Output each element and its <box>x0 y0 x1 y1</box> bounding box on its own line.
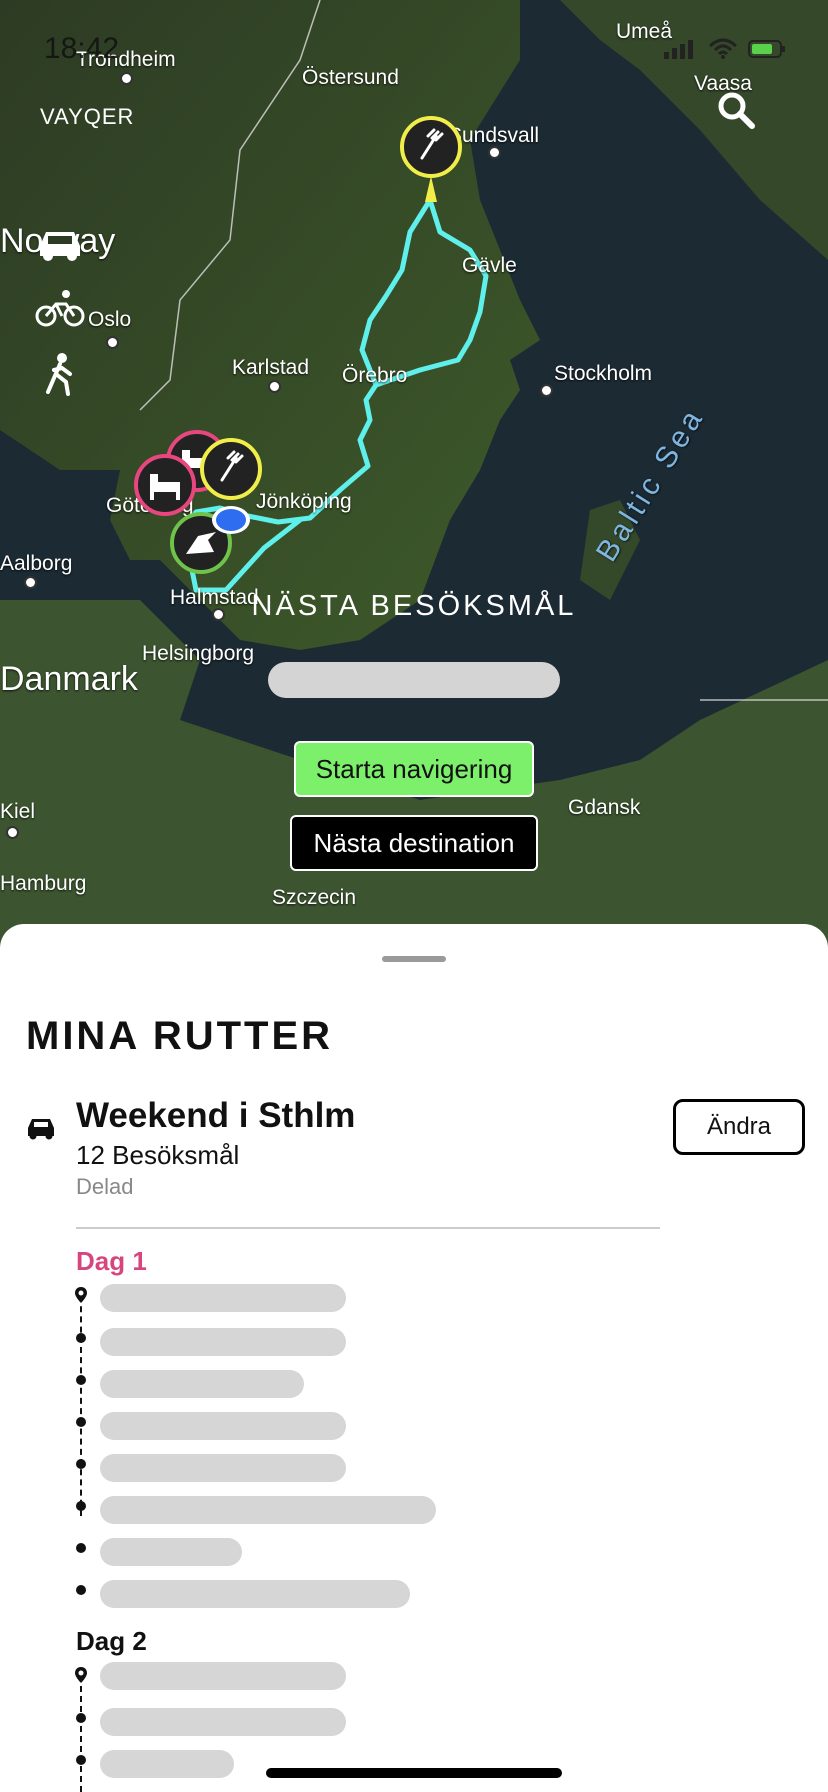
hotel-pin-icon[interactable] <box>132 452 198 518</box>
stop-dot <box>76 1459 86 1469</box>
edit-route-button[interactable]: Ändra <box>673 1099 805 1155</box>
city-label: Gdansk <box>568 796 641 819</box>
search-icon[interactable] <box>716 90 756 130</box>
stop-dot <box>76 1543 86 1553</box>
stop-placeholder[interactable] <box>100 1496 436 1524</box>
stop-placeholder[interactable] <box>100 1708 346 1736</box>
home-indicator[interactable] <box>266 1768 562 1778</box>
stop-placeholder[interactable] <box>100 1750 234 1778</box>
stop-dot <box>76 1333 86 1343</box>
city-label: Jönköping <box>256 490 352 513</box>
map-view[interactable]: Trondheim Östersund Umeå Vaasa Sundsvall… <box>0 0 828 960</box>
city-label: Gävle <box>462 254 517 277</box>
app-logo: VAYQER <box>40 104 135 129</box>
sheet-drag-handle[interactable] <box>382 956 446 962</box>
timeline-line <box>80 1676 84 1792</box>
route-name[interactable]: Weekend i Sthlm <box>76 1096 355 1136</box>
stop-placeholder[interactable] <box>100 1454 346 1482</box>
stop-placeholder[interactable] <box>100 1328 346 1356</box>
city-dot <box>268 380 281 393</box>
city-label: Szczecin <box>272 886 357 909</box>
location-pin-icon <box>75 1667 87 1683</box>
city-label: Kiel <box>0 800 36 823</box>
walk-mode-icon[interactable] <box>32 352 88 396</box>
wifi-icon <box>708 38 738 59</box>
route-stop-count: 12 Besöksmål <box>76 1140 240 1170</box>
restaurant-pin-icon[interactable] <box>398 114 464 206</box>
location-pin-icon <box>75 1287 87 1303</box>
stop-placeholder[interactable] <box>100 1370 304 1398</box>
city-label: Örebro <box>342 364 408 387</box>
start-navigation-button[interactable]: Starta navigering <box>294 741 534 797</box>
car-icon <box>28 1119 54 1140</box>
battery-icon <box>748 40 785 58</box>
stop-placeholder[interactable] <box>100 1662 346 1690</box>
signal-icon <box>664 40 693 59</box>
stop-dot <box>76 1585 86 1595</box>
stop-dot <box>76 1375 86 1385</box>
car-mode-icon[interactable] <box>32 220 88 264</box>
city-label: Hamburg <box>0 872 87 895</box>
stop-placeholder[interactable] <box>100 1284 346 1312</box>
city-label: Helsingborg <box>142 642 255 665</box>
city-label: Karlstad <box>232 356 310 379</box>
stop-dot <box>76 1501 86 1511</box>
sheet-title: MINA RUTTER <box>26 1014 334 1058</box>
stop-placeholder[interactable] <box>100 1580 410 1608</box>
city-dot <box>488 146 501 159</box>
next-destination-heading: NÄSTA BESÖKSMÅL <box>251 590 577 622</box>
restaurant-pin-icon[interactable] <box>198 436 264 502</box>
city-label: Oslo <box>88 308 132 331</box>
stop-dot <box>76 1755 86 1765</box>
bike-mode-icon[interactable] <box>32 286 88 330</box>
city-dot <box>540 384 553 397</box>
day-label: Dag 1 <box>76 1246 147 1276</box>
current-location-icon <box>212 506 250 534</box>
status-icons <box>662 38 788 60</box>
routes-sheet: MINA RUTTER Weekend i Sthlm 12 Besöksmål… <box>0 924 828 1792</box>
city-dot <box>24 576 37 589</box>
city-label: Stockholm <box>554 362 653 385</box>
city-dot <box>106 336 119 349</box>
status-bar: 18:42 <box>0 0 828 100</box>
city-dot <box>6 826 19 839</box>
route-shared-status: Delad <box>76 1174 134 1199</box>
status-time: 18:42 <box>44 32 120 65</box>
stop-dot <box>76 1713 86 1723</box>
divider <box>76 1227 660 1229</box>
stop-placeholder[interactable] <box>100 1412 346 1440</box>
timeline-line <box>80 1296 84 1516</box>
day-label: Dag 2 <box>76 1626 147 1656</box>
city-label: Aalborg <box>0 552 73 575</box>
stop-placeholder[interactable] <box>100 1538 242 1566</box>
stop-dot <box>76 1417 86 1427</box>
next-destination-placeholder <box>268 662 560 698</box>
country-label: Danmark <box>0 660 138 698</box>
next-destination-button[interactable]: Nästa destination <box>290 815 538 871</box>
